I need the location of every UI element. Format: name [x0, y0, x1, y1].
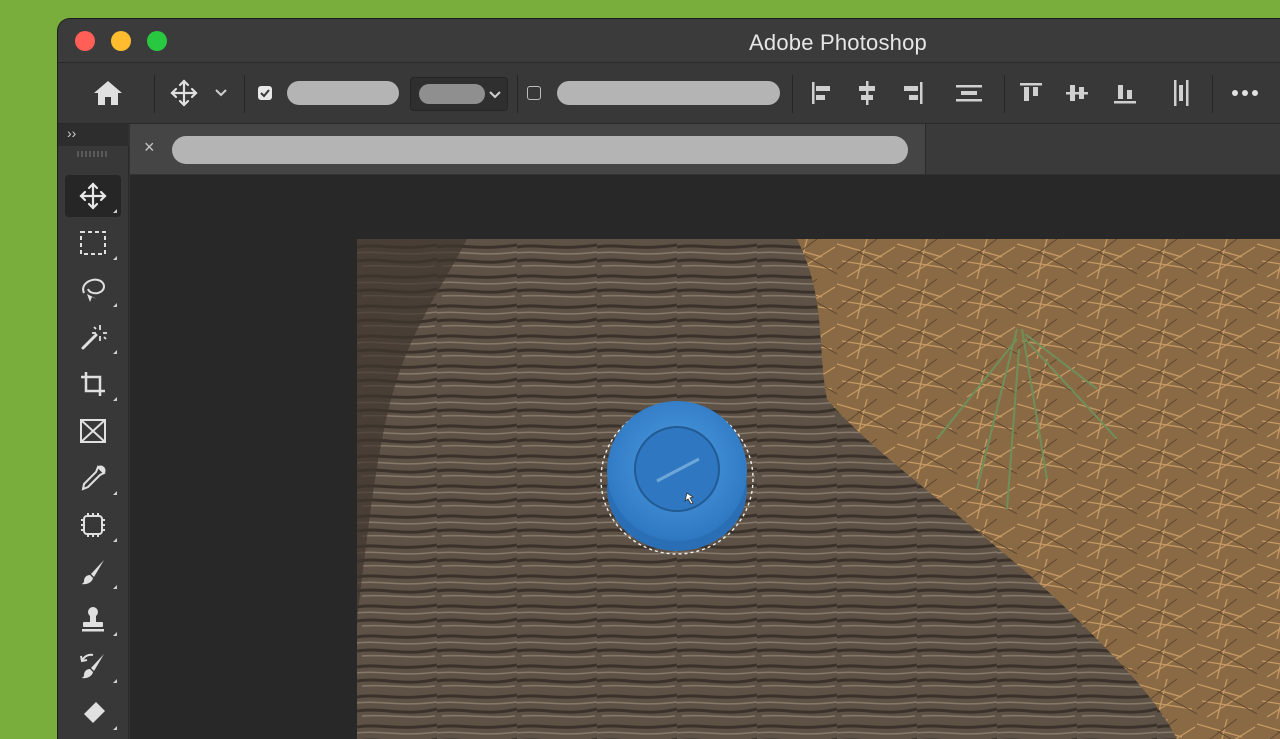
more-options-button[interactable] — [1228, 83, 1262, 103]
align-bottom-icon — [1114, 85, 1136, 104]
options-bar — [58, 63, 1280, 124]
more-icon — [1232, 90, 1258, 96]
spot-healing-tool-button[interactable] — [65, 504, 121, 546]
crop-icon — [81, 372, 105, 396]
chevron-down-icon — [215, 89, 227, 97]
distribute-vertical-button[interactable] — [1168, 77, 1194, 109]
document-tab-bar: × — [130, 124, 1280, 174]
home-icon — [94, 81, 122, 105]
eyedropper-icon — [81, 465, 106, 491]
crop-tool-button[interactable] — [65, 363, 121, 405]
title-bar: Adobe Photoshop — [58, 19, 1280, 63]
expand-panel-icon[interactable]: ›› — [67, 125, 76, 141]
select-value-placeholder — [419, 84, 485, 104]
brush-tool-button[interactable] — [65, 551, 121, 593]
align-vertical-center-button[interactable] — [1064, 77, 1090, 109]
canvas-image — [357, 239, 1280, 739]
align-top-button[interactable] — [1018, 77, 1044, 109]
transform-controls-label-placeholder — [557, 81, 780, 105]
align-middle-vertical-icon — [1066, 85, 1088, 101]
show-transform-controls-checkbox[interactable] — [527, 86, 541, 100]
eraser-icon — [84, 702, 105, 723]
rectangular-marquee-icon — [80, 231, 106, 255]
frame-icon — [80, 419, 106, 443]
distribute-vertical-icon — [1174, 80, 1189, 106]
move-tool-button[interactable] — [65, 175, 121, 217]
history-brush-icon — [80, 653, 104, 679]
document-tab[interactable]: × — [130, 124, 926, 174]
align-bottom-button[interactable] — [1112, 77, 1138, 109]
checkmark-icon — [260, 89, 270, 98]
tools-panel — [58, 146, 129, 739]
document-canvas[interactable] — [357, 239, 1280, 739]
lasso-icon — [82, 278, 105, 302]
align-left-button[interactable] — [808, 77, 834, 109]
move-tool-icon — [170, 79, 198, 107]
distribute-horizontal-button[interactable] — [952, 77, 986, 109]
marquee-tool-button[interactable] — [65, 222, 121, 264]
magic-wand-icon — [81, 325, 107, 350]
auto-select-target-select[interactable] — [410, 77, 508, 111]
brush-icon — [81, 560, 104, 585]
eraser-tool-button[interactable] — [65, 692, 121, 734]
document-workspace — [130, 175, 1280, 739]
tool-preset-dropdown[interactable] — [212, 83, 230, 103]
bandage-icon — [81, 513, 105, 537]
document-title-placeholder — [172, 136, 908, 164]
auto-select-checkbox[interactable] — [258, 86, 272, 100]
chevron-down-icon — [489, 91, 501, 99]
align-left-icon — [812, 82, 830, 104]
align-center-horizontal-icon — [859, 81, 875, 105]
frame-tool-button[interactable] — [65, 410, 121, 452]
photoshop-window: Adobe Photoshop ›› × — [58, 19, 1280, 739]
align-top-icon — [1020, 83, 1042, 101]
stamp-icon — [82, 607, 104, 632]
auto-select-label-placeholder — [287, 81, 399, 105]
move-tool-preset-button[interactable] — [166, 77, 202, 109]
move-tool-icon — [79, 182, 107, 210]
align-horizontal-center-button[interactable] — [854, 77, 880, 109]
window-title: Adobe Photoshop — [749, 30, 927, 55]
magic-wand-tool-button[interactable] — [65, 316, 121, 358]
home-button[interactable] — [90, 77, 126, 109]
lasso-tool-button[interactable] — [65, 269, 121, 311]
distribute-horizontal-icon — [956, 85, 982, 102]
align-right-icon — [904, 82, 923, 104]
close-tab-icon[interactable]: × — [144, 138, 155, 156]
eyedropper-tool-button[interactable] — [65, 457, 121, 499]
clone-stamp-tool-button[interactable] — [65, 598, 121, 640]
align-right-button[interactable] — [900, 77, 926, 109]
history-brush-tool-button[interactable] — [65, 645, 121, 687]
panel-grip[interactable] — [77, 151, 109, 157]
toolbar-header: ›› — [58, 124, 128, 146]
